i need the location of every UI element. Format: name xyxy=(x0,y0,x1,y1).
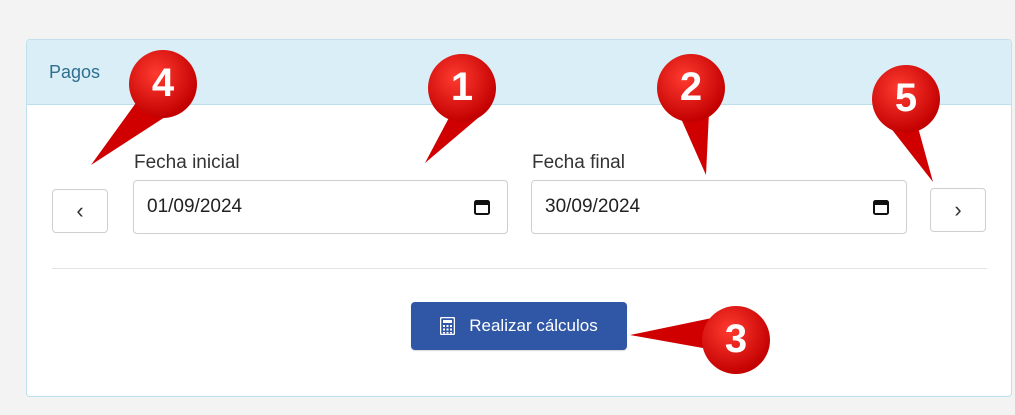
start-date-value: 01/09/2024 xyxy=(147,196,243,217)
end-date-input[interactable]: 30/09/2024 xyxy=(531,180,907,234)
chevron-right-icon: › xyxy=(954,197,962,222)
start-date-label: Fecha inicial xyxy=(134,152,240,173)
calendar-icon[interactable] xyxy=(474,198,490,215)
calendar-icon[interactable] xyxy=(873,198,889,215)
previous-period-button[interactable]: ‹ xyxy=(52,189,108,233)
end-date-label: Fecha final xyxy=(532,152,625,173)
calculate-button-label: Realizar cálculos xyxy=(469,316,598,335)
panel-title: Pagos xyxy=(49,62,101,82)
start-date-input[interactable]: 01/09/2024 xyxy=(133,180,508,234)
end-date-value: 30/09/2024 xyxy=(545,196,641,217)
callout-3-number: 3 xyxy=(724,317,748,361)
divider xyxy=(52,268,987,269)
calculator-icon xyxy=(440,317,456,335)
callout-2-number: 2 xyxy=(679,65,703,109)
next-period-button[interactable]: › xyxy=(930,188,986,232)
callout-4-number: 4 xyxy=(151,61,175,105)
callout-5-number: 5 xyxy=(894,76,918,120)
chevron-left-icon: ‹ xyxy=(76,198,84,223)
callout-1-number: 1 xyxy=(450,65,474,109)
calculate-button[interactable]: Realizar cálculos xyxy=(411,302,627,350)
